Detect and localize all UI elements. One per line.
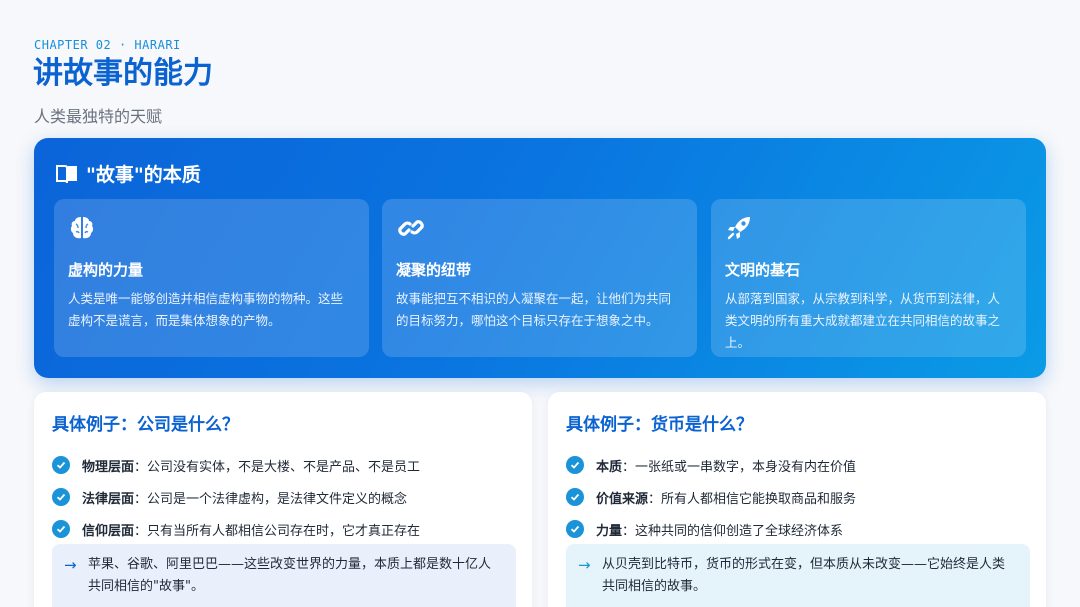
example-currency-panel: 具体例子：货币是什么？ 本质：一张纸或一串数字，本身没有内在价值 价值来源：所有… [548,392,1046,607]
card-text: 从部落到国家，从宗教到科学，从货币到法律，人类文明的所有重大成就都建立在共同相信… [725,291,1001,350]
check-circle-icon [52,520,70,538]
card-title: 虚构的力量 [68,261,144,279]
story-essence-heading: "故事"的本质 [56,160,201,187]
example-note: → 苹果、谷歌、阿里巴巴——这些改变世界的力量，本质上都是数十亿人共同相信的"故… [52,544,516,607]
card-bonding-ties: 凝聚的纽带 故事能把互不相识的人凝聚在一起，让他们为共同的目标努力，哪怕这个目标… [382,199,697,357]
item-label: 力量 [596,523,623,539]
card-title: 凝聚的纽带 [396,261,472,279]
list-item: 物理层面：公司没有实体，不是大楼、不是产品、不是员工 [52,449,514,481]
check-circle-icon [566,520,584,538]
item-text: ：公司没有实体，不是大楼、不是产品、不是员工 [134,459,421,475]
item-text: ：一张纸或一串数字，本身没有内在价值 [622,459,857,475]
card-text: 故事能把互不相识的人凝聚在一起，让他们为共同的目标努力，哪怕这个目标只存在于想象… [396,291,672,328]
example-list: 物理层面：公司没有实体，不是大楼、不是产品、不是员工 法律层面：公司是一个法律虚… [52,449,514,545]
book-open-icon [56,164,78,184]
item-text: ：这种共同的信仰创造了全球经济体系 [622,523,844,539]
card-text: 人类是唯一能够创造并相信虚构事物的物种。这些虚构不是谎言，而是集体想象的产物。 [68,291,344,328]
item-label: 价值来源 [596,491,649,507]
chapter-label: CHAPTER 02 · HARARI [34,38,181,52]
list-item: 信仰层面：只有当所有人都相信公司存在时，它才真正存在 [52,513,514,545]
list-item: 本质：一张纸或一串数字，本身没有内在价值 [566,449,1028,481]
rocket-icon [725,213,1012,243]
item-text: ：所有人都相信它能换取商品和服务 [648,491,857,507]
brain-icon [68,213,355,243]
check-circle-icon [566,488,584,506]
list-item: 力量：这种共同的信仰创造了全球经济体系 [566,513,1028,545]
item-label: 法律层面 [82,491,135,507]
list-item: 价值来源：所有人都相信它能换取商品和服务 [566,481,1028,513]
list-item: 法律层面：公司是一个法律虚构，是法律文件定义的概念 [52,481,514,513]
check-circle-icon [52,456,70,474]
example-title: 具体例子：公司是什么？ [52,415,239,435]
link-icon [396,213,683,243]
arrow-right-icon: → [578,556,591,574]
check-circle-icon [52,488,70,506]
page-subtitle: 人类最独特的天赋 [34,107,163,126]
item-label: 物理层面 [82,459,135,475]
story-essence-title: "故事"的本质 [86,164,201,186]
note-text: 苹果、谷歌、阿里巴巴——这些改变世界的力量，本质上都是数十亿人共同相信的"故事"… [88,557,492,594]
item-text: ：公司是一个法律虚构，是法律文件定义的概念 [134,491,408,507]
page-title: 讲故事的能力 [33,56,213,91]
card-title: 文明的基石 [725,261,801,279]
example-company-panel: 具体例子：公司是什么？ 物理层面：公司没有实体，不是大楼、不是产品、不是员工 法… [34,392,532,607]
note-text: 从贝壳到比特币，货币的形式在变，但本质从未改变——它始终是人类共同相信的故事。 [602,557,1006,594]
item-text: ：只有当所有人都相信公司存在时，它才真正存在 [134,523,421,539]
example-list: 本质：一张纸或一串数字，本身没有内在价值 价值来源：所有人都相信它能换取商品和服… [566,449,1028,545]
example-title: 具体例子：货币是什么？ [566,415,753,435]
example-note: → 从贝壳到比特币，货币的形式在变，但本质从未改变——它始终是人类共同相信的故事… [566,544,1030,607]
item-label: 本质 [596,459,623,475]
item-label: 信仰层面 [82,523,135,539]
card-fiction-power: 虚构的力量 人类是唯一能够创造并相信虚构事物的物种。这些虚构不是谎言，而是集体想… [54,199,369,357]
story-essence-panel: "故事"的本质 虚构的力量 人类是唯一能够创造并相信虚构事物的物种。这些虚构不是… [34,138,1046,378]
arrow-right-icon: → [64,556,77,574]
check-circle-icon [566,456,584,474]
card-civilization-base: 文明的基石 从部落到国家，从宗教到科学，从货币到法律，人类文明的所有重大成就都建… [711,199,1026,357]
